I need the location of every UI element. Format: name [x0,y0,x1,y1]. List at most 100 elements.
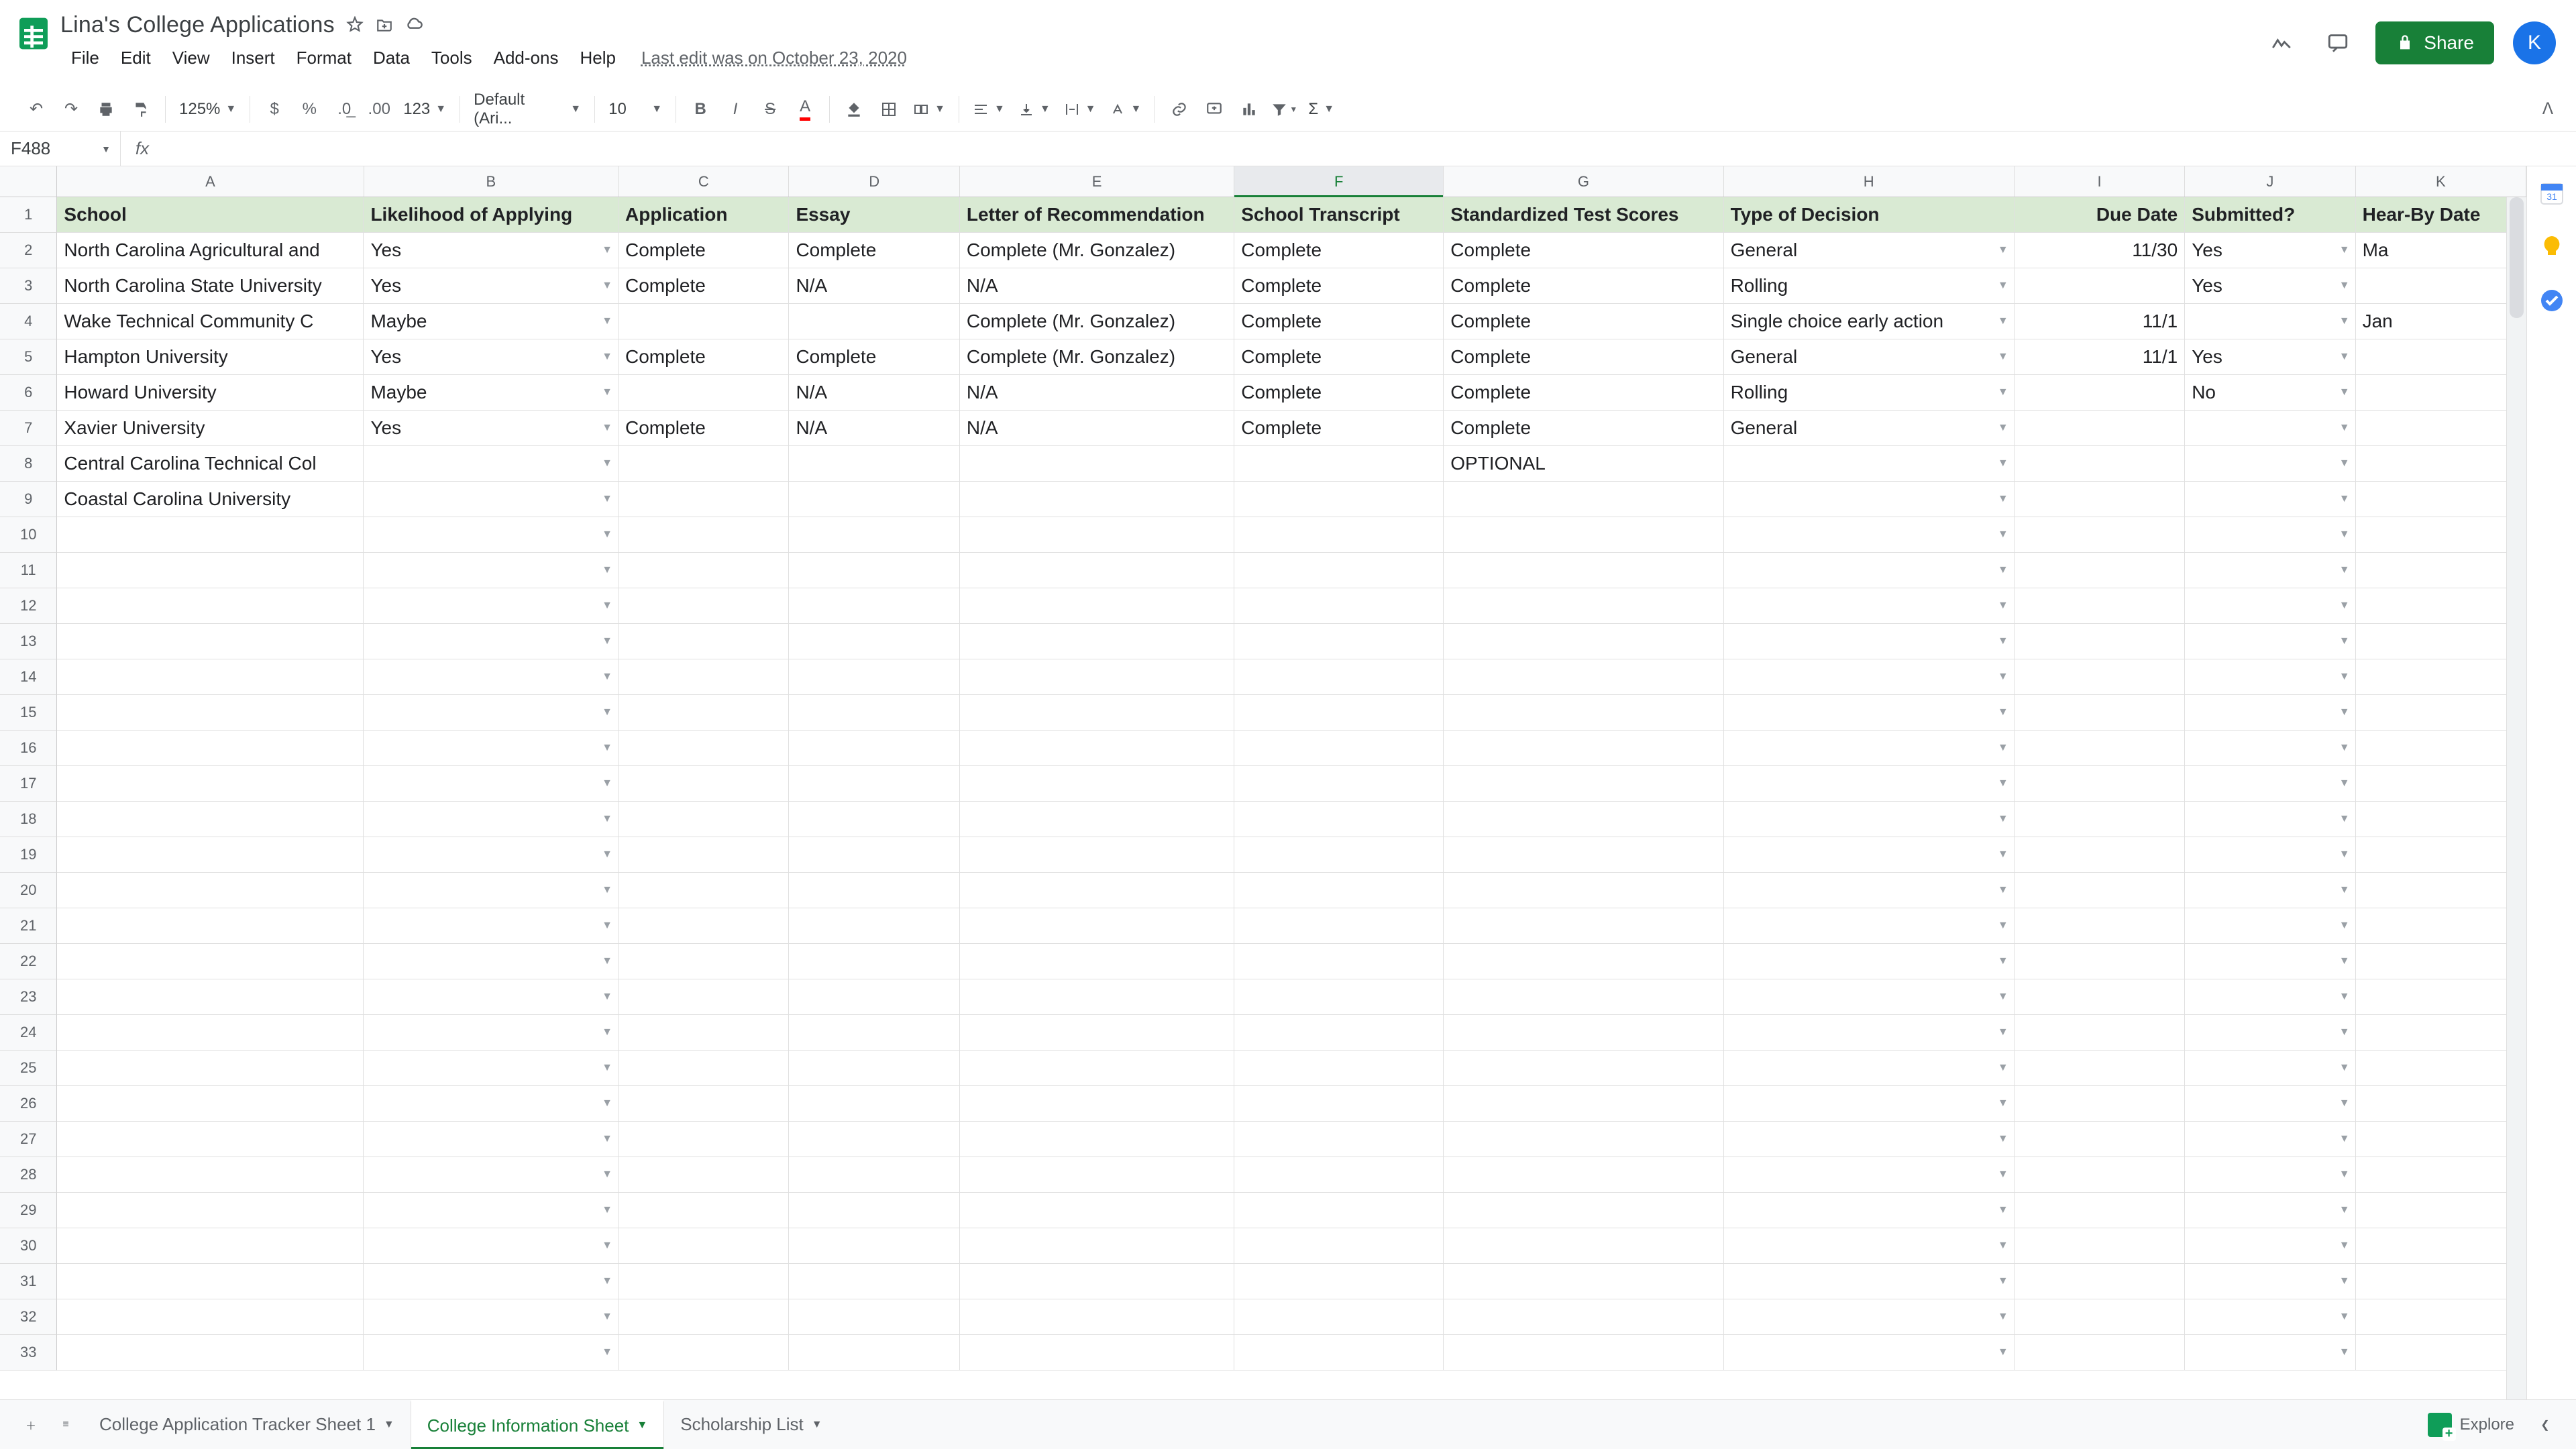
dropdown-arrow-icon[interactable]: ▼ [1998,1311,2008,1323]
cell-K3[interactable] [2356,268,2526,304]
row-header[interactable]: 5 [0,339,57,375]
cell-A21[interactable] [57,908,364,944]
cell-K26[interactable] [2356,1086,2526,1122]
row-header[interactable]: 28 [0,1157,57,1193]
cell-A30[interactable] [57,1228,364,1264]
cell-H8[interactable]: ▼ [1724,446,2015,482]
dropdown-arrow-icon[interactable]: ▼ [602,742,612,754]
dropdown-arrow-icon[interactable]: ▼ [602,280,612,292]
dropdown-arrow-icon[interactable]: ▼ [602,529,612,541]
cell-H3[interactable]: Rolling▼ [1724,268,2015,304]
row-header[interactable]: 21 [0,908,57,944]
cell-C21[interactable] [619,908,789,944]
dropdown-arrow-icon[interactable]: ▼ [602,1062,612,1074]
cell-D32[interactable] [789,1299,959,1335]
dropdown-arrow-icon[interactable]: ▼ [2339,244,2350,256]
dropdown-arrow-icon[interactable]: ▼ [602,1169,612,1181]
cell-A16[interactable] [57,731,364,766]
cell-H11[interactable]: ▼ [1724,553,2015,588]
cell-K24[interactable] [2356,1015,2526,1051]
cell-F9[interactable] [1234,482,1444,517]
cell-A7[interactable]: Xavier University [57,411,364,446]
cell-F25[interactable] [1234,1051,1444,1086]
cell-E15[interactable] [960,695,1234,731]
cell-J27[interactable]: ▼ [2185,1122,2355,1157]
dropdown-arrow-icon[interactable]: ▼ [602,671,612,683]
cell-J10[interactable]: ▼ [2185,517,2355,553]
cell-E25[interactable] [960,1051,1234,1086]
cell-B32[interactable]: ▼ [364,1299,619,1335]
cell-I8[interactable] [2015,446,2185,482]
cell-G13[interactable] [1444,624,1723,659]
cell-F12[interactable] [1234,588,1444,624]
share-button[interactable]: Share [2375,21,2494,64]
dropdown-arrow-icon[interactable]: ▼ [2339,1240,2350,1252]
cell-A5[interactable]: Hampton University [57,339,364,375]
col-header-G[interactable]: G [1444,166,1723,197]
bold-icon[interactable]: B [684,93,716,125]
dropdown-arrow-icon[interactable]: ▼ [2339,991,2350,1003]
cell-G4[interactable]: Complete [1444,304,1723,339]
cell-F5[interactable]: Complete [1234,339,1444,375]
menu-insert[interactable]: Insert [221,44,286,72]
select-all-corner[interactable] [0,166,57,197]
cell-K23[interactable] [2356,979,2526,1015]
cell-A25[interactable] [57,1051,364,1086]
cell-G21[interactable] [1444,908,1723,944]
cell-I33[interactable] [2015,1335,2185,1371]
row-header[interactable]: 29 [0,1193,57,1228]
percent-icon[interactable]: % [293,93,325,125]
cell-C11[interactable] [619,553,789,588]
row-header[interactable]: 13 [0,624,57,659]
cell-K7[interactable] [2356,411,2526,446]
cell-H26[interactable]: ▼ [1724,1086,2015,1122]
cell-C24[interactable] [619,1015,789,1051]
cell-I17[interactable] [2015,766,2185,802]
cell-C31[interactable] [619,1264,789,1299]
cell-A1[interactable]: School [57,197,364,233]
dropdown-arrow-icon[interactable]: ▼ [602,849,612,861]
cell-J3[interactable]: Yes▼ [2185,268,2355,304]
dropdown-arrow-icon[interactable]: ▼ [2339,813,2350,825]
row-header[interactable]: 31 [0,1264,57,1299]
text-rotation-select[interactable]: ▼ [1103,93,1148,125]
cell-J6[interactable]: No▼ [2185,375,2355,411]
zoom-select[interactable]: 125%▼ [172,93,243,125]
col-header-B[interactable]: B [364,166,619,197]
cell-K33[interactable] [2356,1335,2526,1371]
row-header[interactable]: 9 [0,482,57,517]
dropdown-arrow-icon[interactable]: ▼ [2339,280,2350,292]
dropdown-arrow-icon[interactable]: ▼ [1998,244,2008,256]
dropdown-arrow-icon[interactable]: ▼ [2339,1169,2350,1181]
cell-H24[interactable]: ▼ [1724,1015,2015,1051]
cell-D20[interactable] [789,873,959,908]
dropdown-arrow-icon[interactable]: ▼ [2339,493,2350,505]
cell-J17[interactable]: ▼ [2185,766,2355,802]
cell-K2[interactable]: Ma [2356,233,2526,268]
dropdown-arrow-icon[interactable]: ▼ [1998,1062,2008,1074]
cell-I9[interactable] [2015,482,2185,517]
cell-C18[interactable] [619,802,789,837]
dropdown-arrow-icon[interactable]: ▼ [2339,422,2350,434]
cell-B17[interactable]: ▼ [364,766,619,802]
cell-G7[interactable]: Complete [1444,411,1723,446]
cell-I2[interactable]: 11/30 [2015,233,2185,268]
cell-C28[interactable] [619,1157,789,1193]
cell-G3[interactable]: Complete [1444,268,1723,304]
move-icon[interactable] [375,15,394,34]
cell-A11[interactable] [57,553,364,588]
menu-view[interactable]: View [162,44,221,72]
cell-I32[interactable] [2015,1299,2185,1335]
cell-K25[interactable] [2356,1051,2526,1086]
menu-addons[interactable]: Add-ons [483,44,570,72]
cell-B3[interactable]: Yes▼ [364,268,619,304]
cell-B12[interactable]: ▼ [364,588,619,624]
spreadsheet-grid[interactable]: A B C D E F G H I J K 1SchoolLikelihood … [0,166,2526,1399]
cell-D11[interactable] [789,553,959,588]
cell-B13[interactable]: ▼ [364,624,619,659]
cell-B4[interactable]: Maybe▼ [364,304,619,339]
cell-H18[interactable]: ▼ [1724,802,2015,837]
cell-C19[interactable] [619,837,789,873]
cell-G1[interactable]: Standardized Test Scores [1444,197,1723,233]
cell-G31[interactable] [1444,1264,1723,1299]
